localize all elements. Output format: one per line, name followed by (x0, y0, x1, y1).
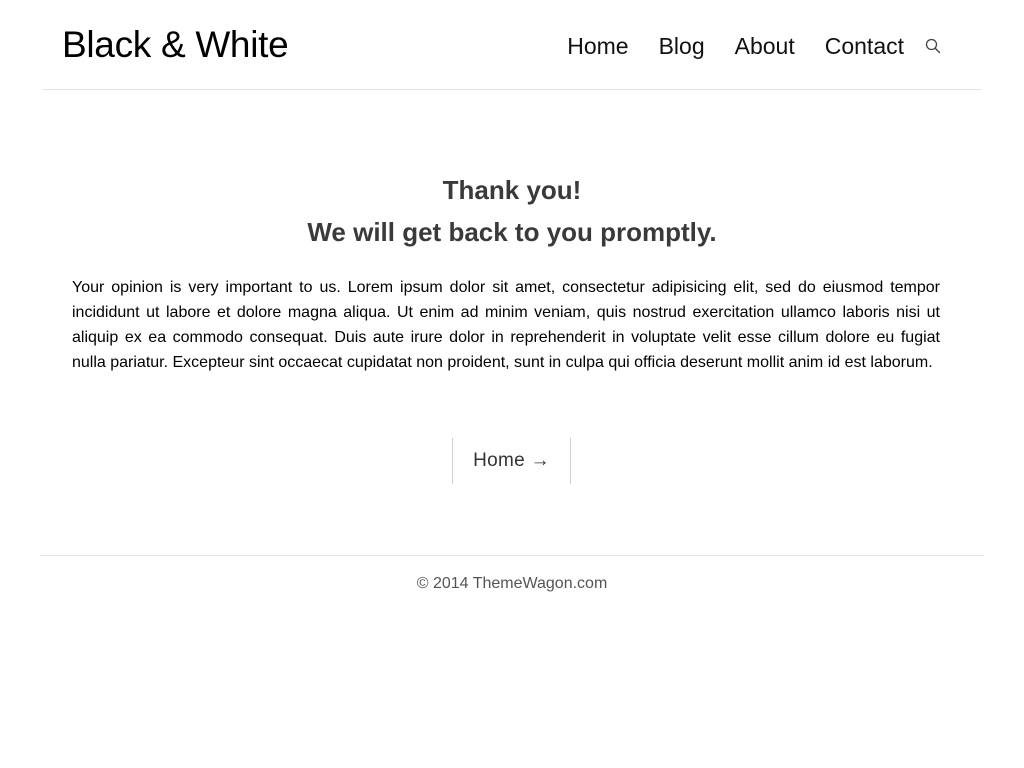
promptly-subheading: We will get back to you promptly. (307, 217, 717, 247)
search-icon[interactable] (924, 36, 942, 56)
site-header: Black & White Home Blog About Contact (42, 0, 982, 90)
site-footer: © 2014 ThemeWagon.com (40, 555, 984, 592)
main-nav: Home Blog About Contact (567, 29, 942, 63)
nav-item-blog[interactable]: Blog (659, 29, 705, 63)
body-paragraph: Your opinion is very important to us. Lo… (72, 279, 940, 371)
nav-item-home[interactable]: Home (567, 29, 628, 63)
copyright-text: © 2014 ThemeWagon.com (416, 575, 608, 592)
nav-item-about[interactable]: About (735, 29, 795, 63)
nav-item-contact[interactable]: Contact (825, 29, 904, 63)
site-logo[interactable]: Black & White (62, 24, 289, 66)
thank-you-heading: Thank you! (442, 175, 582, 205)
home-button[interactable]: Home → (452, 438, 571, 484)
